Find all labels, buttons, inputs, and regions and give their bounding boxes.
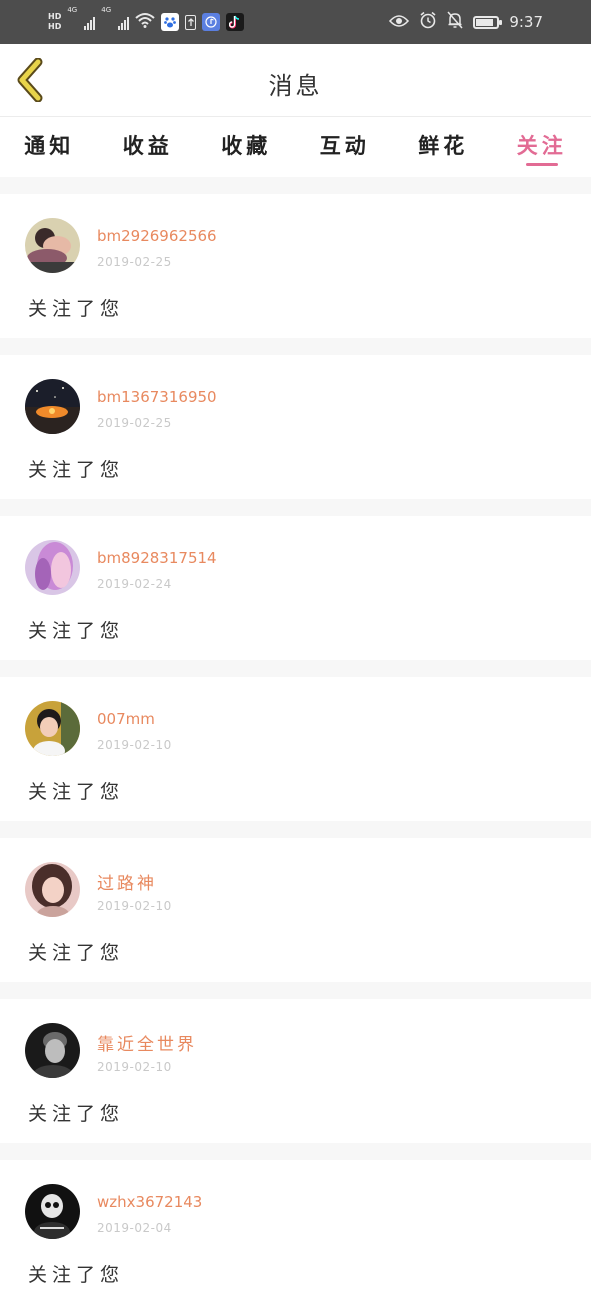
tab-earnings[interactable]: 收益: [99, 117, 198, 177]
username[interactable]: wzhx3672143: [97, 1193, 202, 1211]
tab-label: 收益: [123, 130, 173, 177]
tab-favorites[interactable]: 收藏: [197, 117, 296, 177]
tab-label: 鲜花: [418, 130, 468, 177]
message-date: 2019-02-25: [97, 416, 172, 430]
avatar[interactable]: [25, 1184, 80, 1239]
avatar[interactable]: [25, 218, 80, 273]
active-tab-indicator: [526, 163, 558, 166]
message-date: 2019-02-10: [97, 1060, 172, 1074]
notification-off-icon: [447, 11, 463, 33]
message-item[interactable]: 007mm 2019-02-10 关注了您: [0, 677, 591, 821]
battery-icon: [473, 16, 499, 29]
music-app-icon: [202, 13, 220, 31]
eye-icon: [389, 13, 409, 32]
message-text: 关注了您: [28, 455, 124, 482]
tab-label: 通知: [24, 130, 74, 177]
username[interactable]: bm8928317514: [97, 549, 217, 567]
tab-following[interactable]: 关注: [493, 117, 591, 177]
message-list: bm2926962566 2019-02-25 关注了您 bm136731695…: [0, 177, 591, 1304]
message-text: 关注了您: [28, 294, 124, 321]
avatar[interactable]: [25, 1023, 80, 1078]
signal-icon: [118, 14, 129, 30]
upload-icon: [185, 15, 196, 30]
message-date: 2019-02-24: [97, 577, 172, 591]
battery-level: [476, 19, 493, 26]
tab-bar: 通知 收益 收藏 互动 鲜花 关注: [0, 117, 591, 177]
avatar[interactable]: [25, 379, 80, 434]
alarm-icon: [419, 11, 437, 33]
username[interactable]: bm1367316950: [97, 388, 217, 406]
message-item[interactable]: bm8928317514 2019-02-24 关注了您: [0, 516, 591, 660]
message-text: 关注了您: [28, 777, 124, 804]
tab-label: 关注: [517, 130, 567, 177]
tab-label: 互动: [320, 130, 370, 177]
status-time: 9:37: [509, 13, 543, 31]
avatar[interactable]: [25, 540, 80, 595]
status-bar: HD HD 4G 4G: [0, 0, 591, 44]
message-item[interactable]: 过路神 2019-02-10 关注了您: [0, 838, 591, 982]
message-date: 2019-02-25: [97, 255, 172, 269]
page-title: 消息: [0, 66, 591, 101]
tab-interactions[interactable]: 互动: [296, 117, 395, 177]
username[interactable]: 过路神: [97, 869, 157, 894]
hd-indicators: HD HD: [48, 12, 61, 32]
username[interactable]: 靠近全世界: [97, 1030, 197, 1055]
status-bar-right: 9:37: [389, 0, 543, 44]
message-text: 关注了您: [28, 1260, 124, 1287]
wifi-icon: [135, 12, 155, 32]
signal-icon: [84, 14, 95, 30]
network-label: 4G: [101, 6, 111, 14]
message-item[interactable]: wzhx3672143 2019-02-04 关注了您: [0, 1160, 591, 1304]
message-date: 2019-02-10: [97, 899, 172, 913]
message-text: 关注了您: [28, 938, 124, 965]
username[interactable]: bm2926962566: [97, 227, 217, 245]
message-item[interactable]: 靠近全世界 2019-02-10 关注了您: [0, 999, 591, 1143]
message-date: 2019-02-04: [97, 1221, 172, 1235]
avatar[interactable]: [25, 862, 80, 917]
app-header: 消息: [0, 44, 591, 117]
baidu-app-icon: [161, 13, 179, 31]
tab-label: 收藏: [221, 130, 271, 177]
username[interactable]: 007mm: [97, 710, 155, 728]
network-label: 4G: [67, 6, 77, 14]
avatar[interactable]: [25, 701, 80, 756]
message-item[interactable]: bm2926962566 2019-02-25 关注了您: [0, 194, 591, 338]
tab-notifications[interactable]: 通知: [0, 117, 99, 177]
status-bar-left: HD HD 4G 4G: [48, 6, 244, 38]
tiktok-app-icon: [226, 13, 244, 31]
hd-label: HD: [48, 22, 61, 32]
message-text: 关注了您: [28, 1099, 124, 1126]
hd-label: HD: [48, 12, 61, 22]
tab-flowers[interactable]: 鲜花: [394, 117, 493, 177]
message-text: 关注了您: [28, 616, 124, 643]
message-date: 2019-02-10: [97, 738, 172, 752]
message-item[interactable]: bm1367316950 2019-02-25 关注了您: [0, 355, 591, 499]
